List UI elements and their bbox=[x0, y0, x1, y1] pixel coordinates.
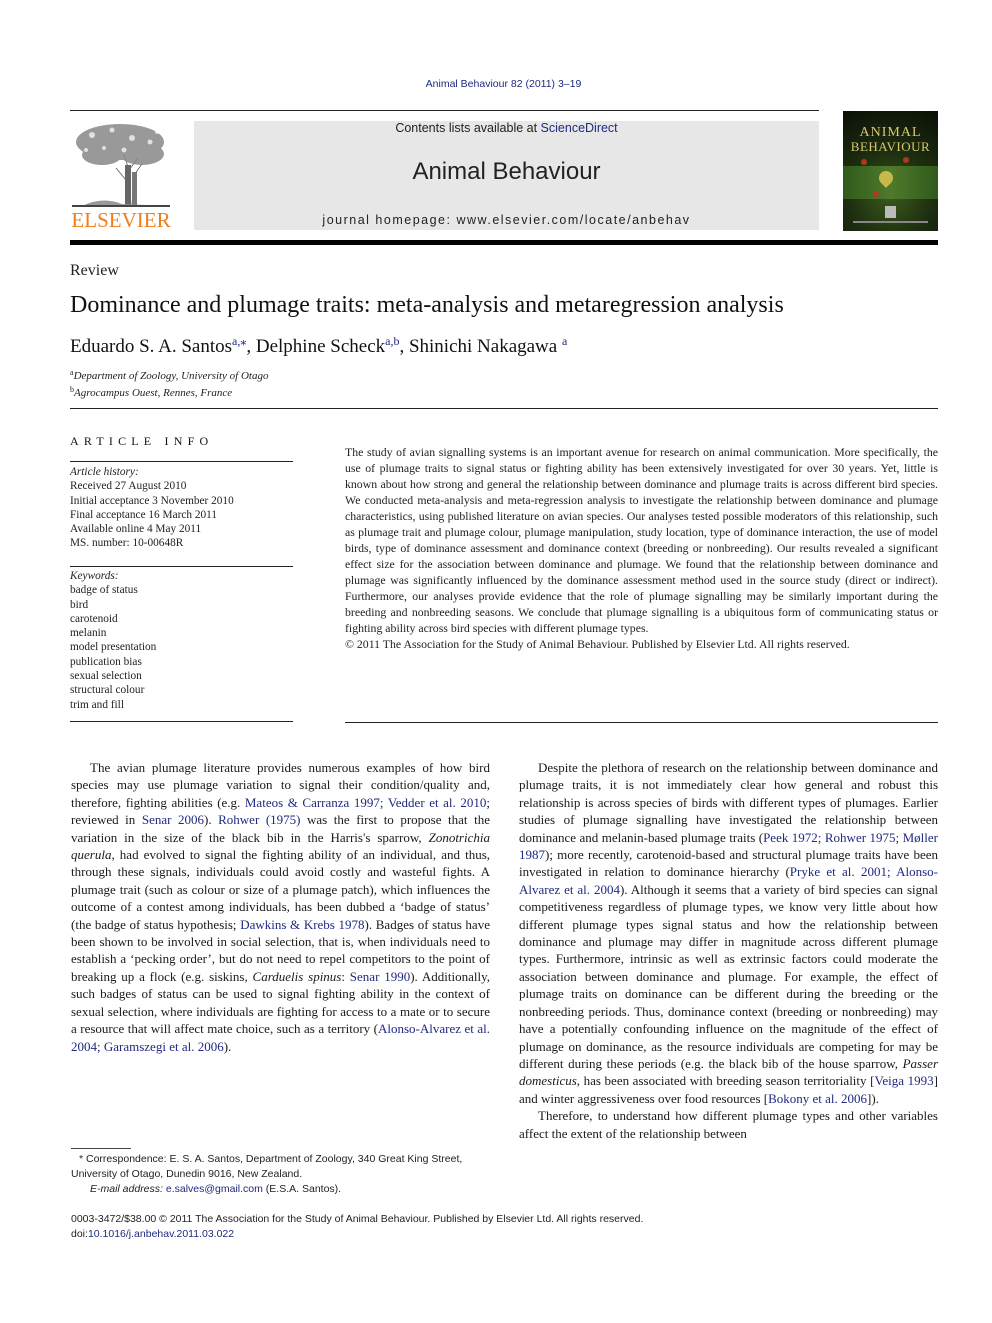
history-item: Available online 4 May 2011 bbox=[70, 523, 202, 536]
bottom-copyright: 0003-3472/$38.00 © 2011 The Association … bbox=[71, 1212, 643, 1241]
email-label: E-mail address: bbox=[90, 1183, 166, 1195]
issn-line: 0003-3472/$38.00 © 2011 The Association … bbox=[71, 1213, 644, 1225]
keyword-item: melanin bbox=[70, 627, 107, 640]
section-rule bbox=[70, 408, 938, 409]
homepage-link[interactable]: www.elsevier.com/locate/anbehav bbox=[456, 213, 690, 227]
author-name[interactable]: Shinichi Nakagawa bbox=[409, 336, 557, 357]
keyword-item: trim and fill bbox=[70, 698, 124, 711]
citation-link[interactable]: Pryke et al. 2001; Alonso-Alvarez et al.… bbox=[519, 864, 938, 896]
cover-flower-icon bbox=[903, 157, 909, 163]
footnote-correspondence: * Correspondence: E. S. A. Santos, Depar… bbox=[71, 1152, 496, 1182]
author-separator: , bbox=[246, 336, 256, 357]
species-name: Zonotrichia querula bbox=[71, 829, 490, 863]
citation-link[interactable]: Senar 1990 bbox=[350, 969, 410, 984]
journal-citation[interactable]: Animal Behaviour 82 (2011) 3–19 bbox=[0, 78, 992, 90]
doi-line: doi:10.1016/j.anbehav.2011.03.022 bbox=[71, 1227, 643, 1242]
body-paragraph: The avian plumage literature provides nu… bbox=[71, 760, 490, 1054]
journal-title: Animal Behaviour bbox=[412, 158, 601, 185]
doi-link[interactable]: 10.1016/j.anbehav.2011.03.022 bbox=[88, 1228, 234, 1240]
citation-link[interactable]: Peek 1972; Rohwer 1975; Møller 1987 bbox=[519, 830, 938, 862]
citation-link[interactable]: Rohwer (1975) bbox=[218, 812, 300, 827]
body-paragraph: Therefore, to understand how different p… bbox=[519, 1108, 938, 1141]
body-column-left: The avian plumage literature provides nu… bbox=[71, 759, 490, 1055]
cover-title-line2: BEHAVIOUR bbox=[850, 139, 931, 154]
keyword-item: structural colour bbox=[70, 684, 145, 697]
citation-link[interactable]: Bokony et al. 2006 bbox=[768, 1091, 867, 1106]
history-item: MS. number: 10-00648R bbox=[70, 537, 184, 550]
keyword-item: sexual selection bbox=[70, 670, 142, 683]
journal-header-box: Contents lists available at ScienceDirec… bbox=[194, 121, 819, 230]
history-item: Final acceptance 16 March 2011 bbox=[70, 508, 218, 521]
header-thick-rule bbox=[70, 240, 938, 245]
author-affiliation-mark[interactable]: a,b bbox=[385, 334, 399, 348]
footnote-email: E-mail address: e.salves@gmail.com (E.S.… bbox=[71, 1182, 496, 1197]
correspondence-footnote: * Correspondence: E. S. A. Santos, Depar… bbox=[71, 1152, 496, 1197]
article-title: Dominance and plumage traits: meta-analy… bbox=[70, 292, 784, 318]
abstract-copyright: © 2011 The Association for the Study of … bbox=[345, 637, 850, 651]
keyword-item: carotenoid bbox=[70, 612, 118, 625]
doi-label: doi: bbox=[71, 1227, 88, 1240]
keyword-item: model presentation bbox=[70, 641, 157, 654]
contents-prefix: Contents lists available at bbox=[395, 121, 541, 135]
header-rule bbox=[70, 110, 819, 111]
journal-homepage: journal homepage: www.elsevier.com/locat… bbox=[194, 213, 819, 227]
keyword-item: publication bias bbox=[70, 655, 142, 668]
species-name: Carduelis spinus bbox=[252, 968, 342, 984]
affiliation-text: Department of Zoology, University of Ota… bbox=[73, 370, 269, 382]
citation-link[interactable]: Alonso-Alvarez et al. 2004; Garamszegi e… bbox=[71, 1021, 490, 1053]
keywords-label: Keywords: bbox=[70, 570, 119, 582]
cover-fineprint bbox=[853, 221, 928, 223]
footnote-rule bbox=[71, 1148, 131, 1149]
author-list: Eduardo S. A. Santosa,⁎, Delphine Scheck… bbox=[70, 334, 567, 358]
citation-link[interactable]: Dawkins & Krebs 1978 bbox=[240, 917, 364, 932]
article-info-heading: ARTICLE INFO bbox=[70, 434, 214, 448]
body-column-right: Despite the plethora of research on the … bbox=[519, 759, 938, 1142]
cover-flower-icon bbox=[861, 159, 867, 165]
keywords: Keywords: badge of status bird carotenoi… bbox=[70, 569, 156, 712]
affiliation-text: Agrocampus Ouest, Rennes, France bbox=[74, 387, 233, 399]
author-name[interactable]: Eduardo S. A. Santos bbox=[70, 336, 232, 357]
author-name[interactable]: Delphine Scheck bbox=[256, 336, 385, 357]
abstract: The study of avian signalling systems is… bbox=[345, 444, 938, 652]
keyword-item: bird bbox=[70, 598, 89, 611]
history-label: Article history: bbox=[70, 466, 139, 478]
contents-line: Contents lists available at ScienceDirec… bbox=[194, 121, 819, 135]
keyword-item: badge of status bbox=[70, 584, 138, 597]
email-suffix: (E.S.A. Santos). bbox=[262, 1183, 342, 1195]
article-info-rule bbox=[70, 566, 293, 567]
homepage-label: journal homepage: bbox=[322, 213, 457, 227]
author-affiliation-mark[interactable]: a bbox=[562, 334, 567, 348]
journal-cover-image[interactable]: ANIMAL BEHAVIOUR bbox=[843, 111, 938, 231]
citation-link[interactable]: Mateos & Carranza 1997; Vedder et al. 20… bbox=[245, 795, 487, 810]
affiliation-item: bAgrocampus Ouest, Rennes, France bbox=[70, 383, 269, 400]
article-type: Review bbox=[70, 262, 119, 279]
elsevier-logo[interactable]: ELSEVIER bbox=[70, 120, 172, 232]
article-history: Article history: Received 27 August 2010… bbox=[70, 465, 234, 551]
cover-flower-icon bbox=[873, 191, 879, 197]
cover-emblem-icon bbox=[885, 206, 896, 218]
article-info-rule bbox=[70, 461, 293, 462]
article-info-rule bbox=[70, 721, 293, 722]
author-separator: , bbox=[399, 336, 409, 357]
correspondence-text: Correspondence: E. S. A. Santos, Departm… bbox=[71, 1153, 463, 1180]
body-paragraph: Despite the plethora of research on the … bbox=[519, 760, 938, 1106]
elsevier-tree-icon bbox=[72, 120, 170, 208]
affiliations: aDepartment of Zoology, University of Ot… bbox=[70, 366, 269, 400]
email-link[interactable]: e.salves@gmail.com bbox=[166, 1183, 263, 1195]
author-affiliation-mark[interactable]: a,⁎ bbox=[232, 334, 246, 348]
abstract-text: The study of avian signalling systems is… bbox=[345, 445, 938, 635]
history-item: Received 27 August 2010 bbox=[70, 480, 187, 493]
citation-link[interactable]: Senar 2006 bbox=[142, 812, 204, 827]
sciencedirect-link[interactable]: ScienceDirect bbox=[541, 121, 618, 135]
abstract-rule bbox=[345, 722, 938, 723]
citation-link[interactable]: Veiga 1993 bbox=[874, 1073, 933, 1088]
history-item: Initial acceptance 3 November 2010 bbox=[70, 494, 234, 507]
affiliation-item: aDepartment of Zoology, University of Ot… bbox=[70, 366, 269, 383]
elsevier-wordmark: ELSEVIER bbox=[71, 208, 171, 232]
